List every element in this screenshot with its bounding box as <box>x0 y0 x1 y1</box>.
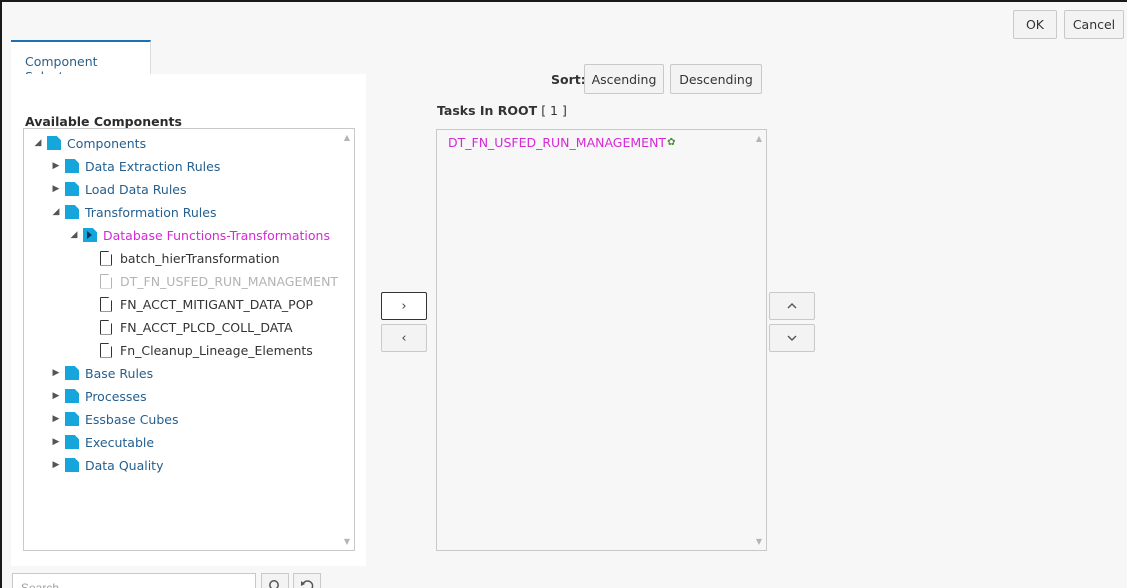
move-left-button[interactable]: ‹ <box>381 324 427 352</box>
collapse-triangle-icon[interactable]: ◢ <box>68 230 80 240</box>
chevron-left-icon: ‹ <box>401 330 407 346</box>
tree-item-processes[interactable]: ▶ Processes <box>50 386 147 406</box>
reset-glyph <box>301 580 314 588</box>
document-icon <box>100 250 112 266</box>
sort-label: Sort: <box>551 72 586 87</box>
tree-item-label: Essbase Cubes <box>85 411 179 427</box>
tree-item-label: Executable <box>85 434 155 450</box>
collapse-triangle-icon[interactable]: ◢ <box>32 138 44 148</box>
tree-item-label: batch_hierTransformation <box>120 250 280 266</box>
tree-item-load-data-rules[interactable]: ▶ Load Data Rules <box>50 179 187 199</box>
tree-item-executable[interactable]: ▶ Executable <box>50 432 155 452</box>
sort-descending-button[interactable]: Descending <box>670 64 762 94</box>
chevron-down-icon <box>787 335 797 341</box>
move-down-button[interactable] <box>769 324 815 352</box>
task-item-label: DT_FN_USFED_RUN_MANAGEMENT <box>448 135 667 150</box>
folder-icon <box>65 389 79 403</box>
tab-component-selector[interactable]: Component Selector <box>11 40 151 84</box>
tree-item-label: Data Quality <box>85 457 164 473</box>
tree-item-label: Transformation Rules <box>85 204 217 220</box>
tree-item-label: Data Extraction Rules <box>85 158 221 174</box>
dialog-frame: OK Cancel Component Selector Available C… <box>0 0 1127 588</box>
tree-item-label: Processes <box>85 388 147 404</box>
tree-item-fn-acct-mitigant-data-pop[interactable]: FN_ACCT_MITIGANT_DATA_POP <box>100 294 313 314</box>
folder-icon <box>65 159 79 173</box>
tree-item-transformation-rules[interactable]: ◢ Transformation Rules <box>50 202 217 222</box>
document-icon <box>100 273 112 289</box>
move-right-button[interactable]: › <box>381 292 427 320</box>
folder-icon <box>65 205 79 219</box>
tree-item-label: FN_ACCT_PLCD_COLL_DATA <box>120 319 293 335</box>
document-icon <box>100 319 112 335</box>
tree-item-batch-hier-transformation[interactable]: batch_hierTransformation <box>100 248 280 268</box>
folder-icon <box>65 366 79 380</box>
tree-item-label: Database Functions-Transformations <box>103 227 330 243</box>
expand-triangle-icon[interactable]: ▶ <box>50 184 62 194</box>
expand-triangle-icon[interactable]: ▶ <box>50 368 62 378</box>
cancel-button[interactable]: Cancel <box>1064 10 1124 39</box>
tree-item-dt-fn-usfed-run-management: DT_FN_USFED_RUN_MANAGEMENT <box>100 271 338 291</box>
tree-item-components[interactable]: ◢ Components <box>32 133 147 153</box>
tree-item-data-quality[interactable]: ▶ Data Quality <box>50 455 164 475</box>
search-input[interactable]: Search <box>12 573 256 588</box>
tree-item-base-rules[interactable]: ▶ Base Rules <box>50 363 154 383</box>
scroll-up-icon[interactable]: ▲ <box>344 133 350 142</box>
gear-icon[interactable]: ✿ <box>667 137 675 148</box>
tree-item-label: Base Rules <box>85 365 154 381</box>
document-icon <box>100 296 112 312</box>
folder-icon <box>83 228 97 242</box>
folder-icon <box>65 458 79 472</box>
tree-item-fn-acct-plcd-coll-data[interactable]: FN_ACCT_PLCD_COLL_DATA <box>100 317 293 337</box>
folder-icon <box>47 136 61 150</box>
tasks-count: [ 1 ] <box>541 103 567 118</box>
folder-icon <box>65 412 79 426</box>
scroll-down-icon[interactable]: ▼ <box>756 537 762 546</box>
available-components-title: Available Components <box>25 114 182 129</box>
task-list: ▲ DT_FN_USFED_RUN_MANAGEMENT ✿ ▼ <box>436 129 767 551</box>
expand-triangle-icon[interactable]: ▶ <box>50 414 62 424</box>
folder-icon <box>65 182 79 196</box>
search-icon[interactable] <box>261 573 289 588</box>
component-tree: ▲ ◢ Components ▶ Data Extraction Rules ▶… <box>23 128 355 551</box>
tasks-title-text: Tasks In ROOT <box>437 103 538 118</box>
tasks-title: Tasks In ROOT [ 1 ] <box>437 103 567 118</box>
left-panel: Available Components ▲ ◢ Components ▶ Da… <box>11 74 366 566</box>
scroll-up-icon[interactable]: ▲ <box>756 134 762 143</box>
folder-icon <box>65 435 79 449</box>
tree-item-database-functions-transformations[interactable]: ◢ Database Functions-Transformations <box>68 225 330 245</box>
task-item[interactable]: DT_FN_USFED_RUN_MANAGEMENT ✿ <box>448 135 675 150</box>
ok-button[interactable]: OK <box>1013 10 1057 39</box>
tree-item-label: Fn_Cleanup_Lineage_Elements <box>120 342 313 358</box>
move-up-button[interactable] <box>769 292 815 320</box>
chevron-up-icon <box>787 303 797 309</box>
expand-triangle-icon[interactable]: ▶ <box>50 437 62 447</box>
reset-icon[interactable] <box>293 573 321 588</box>
collapse-triangle-icon[interactable]: ◢ <box>50 207 62 217</box>
expand-triangle-icon[interactable]: ▶ <box>50 161 62 171</box>
expand-triangle-icon[interactable]: ▶ <box>50 460 62 470</box>
tree-item-essbase-cubes[interactable]: ▶ Essbase Cubes <box>50 409 179 429</box>
tree-item-label: Components <box>67 135 147 151</box>
magnifier-glyph <box>269 580 279 588</box>
tree-item-label: DT_FN_USFED_RUN_MANAGEMENT <box>120 273 339 289</box>
tree-item-label: Load Data Rules <box>85 181 187 197</box>
sort-ascending-button[interactable]: Ascending <box>584 64 664 94</box>
tree-item-data-extraction-rules[interactable]: ▶ Data Extraction Rules <box>50 156 221 176</box>
tree-item-label: FN_ACCT_MITIGANT_DATA_POP <box>120 296 314 312</box>
chevron-right-icon: › <box>401 298 407 314</box>
scroll-down-icon[interactable]: ▼ <box>344 537 350 546</box>
document-icon <box>100 342 112 358</box>
tree-item-fn-cleanup-lineage-elements[interactable]: Fn_Cleanup_Lineage_Elements <box>100 340 313 360</box>
expand-triangle-icon[interactable]: ▶ <box>50 391 62 401</box>
